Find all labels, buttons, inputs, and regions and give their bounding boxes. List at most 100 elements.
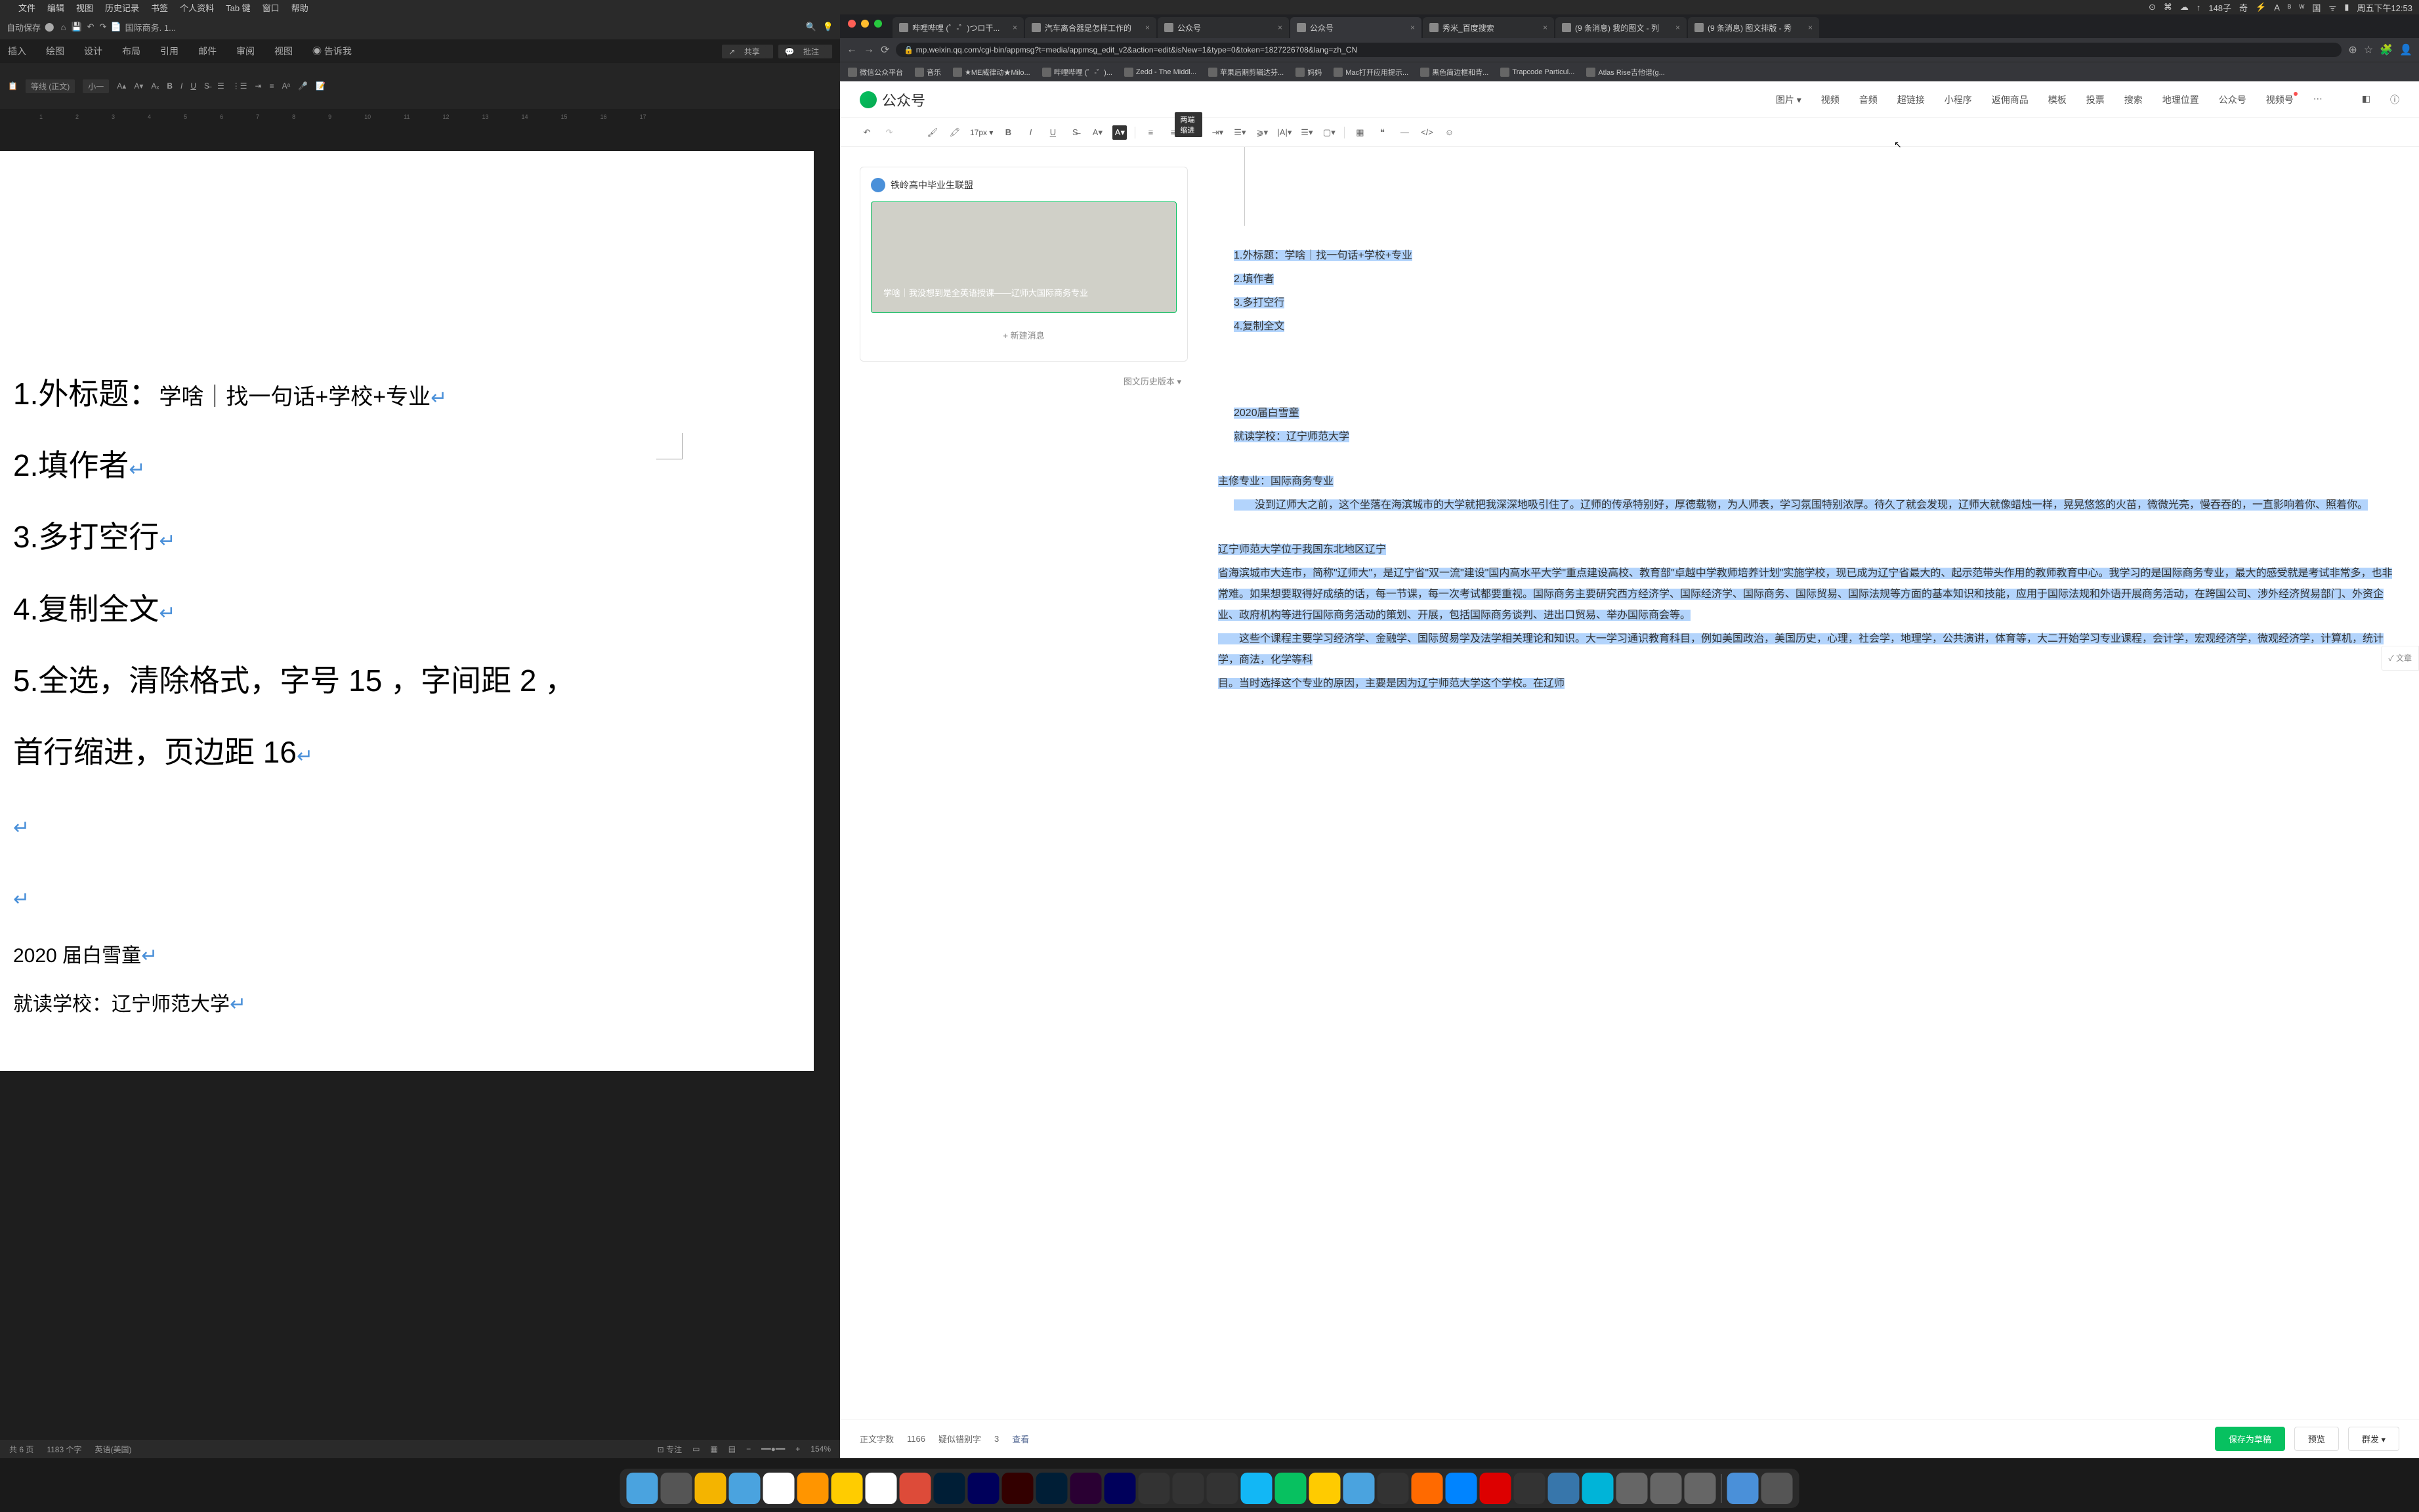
menu-link[interactable]: 超链接 [1897,93,1925,106]
menu-view[interactable]: 视图 [76,1,93,14]
dock-app-motion[interactable] [1173,1473,1204,1504]
dock-app-chrome[interactable] [695,1473,726,1504]
status-icon[interactable]: ⌘ [2164,2,2172,12]
browser-tab[interactable]: 哔哩哔哩 (゜-゜)つロ干...× [893,17,1024,38]
float-tag[interactable]: ✓ 文章 [2381,646,2419,671]
menu-search[interactable]: 搜索 [2124,93,2143,106]
zoom-out[interactable]: − [746,1444,751,1454]
check-link[interactable]: 查看 [1012,1433,1029,1445]
send-button[interactable]: 群发 ▾ [2348,1427,2399,1451]
menu-template[interactable]: 模板 [2048,93,2067,106]
cover-image[interactable]: 学啥｜我没想到是全英语授课——辽师大国际商务专业 [871,201,1177,313]
menu-channel[interactable]: 视频号 [2266,93,2294,106]
close-tab-icon[interactable]: × [1013,23,1017,32]
italic-icon[interactable]: I [180,81,182,91]
browser-tab[interactable]: 秀米_百度搜索× [1423,17,1554,38]
home-icon[interactable]: ⌂ [61,22,66,32]
undo-icon[interactable]: ↶ [860,125,874,140]
bg-color-icon[interactable]: ▢▾ [1322,125,1336,140]
menu-account[interactable]: 公众号 [2219,93,2246,106]
browser-tab[interactable]: 公众号× [1290,17,1421,38]
dock-app-yy[interactable] [1446,1473,1477,1504]
menu-commission[interactable]: 返佣商品 [1992,93,2029,106]
maximize-icon[interactable] [874,20,882,28]
status-icon[interactable]: ᴮ [2288,3,2291,12]
status-icon[interactable]: ↑ [2197,3,2201,12]
bookmark-item[interactable]: ★ME威律动★Milo... [953,67,1030,77]
zoom-in[interactable]: + [795,1444,800,1454]
bookmark-item[interactable]: 苹果后期剪辑达芬... [1208,67,1284,77]
dock-app-fcp[interactable] [1139,1473,1170,1504]
dock-app-u2[interactable] [1651,1473,1682,1504]
paste-icon[interactable]: 📋 [8,81,18,91]
menu-miniprogram[interactable]: 小程序 [1945,93,1972,106]
dock-app-ai[interactable] [1002,1473,1034,1504]
mac-dock[interactable] [620,1469,1799,1508]
word-count[interactable]: 1183 个字 [47,1444,81,1455]
indent-icon[interactable]: ⇥▾ [1210,125,1225,140]
battery-icon[interactable]: ▮ [2344,2,2349,12]
dock-app-todo[interactable] [900,1473,931,1504]
dock-app-u1[interactable] [1616,1473,1648,1504]
wx-editor-area[interactable]: 1.外标题：学啥｜找一句话+学校+专业 2.填作者 3.多打空行 4.复制全文 … [1208,147,2419,1419]
font-size-select[interactable]: 17px ▾ [970,128,993,137]
menu-profile[interactable]: 个人资料 [180,1,214,14]
highlight-icon[interactable]: A▾ [1112,125,1127,140]
help-icon[interactable]: ⓘ [2390,93,2399,106]
tab-insert[interactable]: 插入 [8,45,26,58]
status-icon[interactable]: ☁ [2180,2,2189,12]
browser-tab[interactable]: (9 条消息) 我的图文 - 列× [1555,17,1687,38]
menu-vote[interactable]: 投票 [2086,93,2105,106]
dock-app-ae[interactable] [1104,1473,1136,1504]
tab-mail[interactable]: 邮件 [198,45,217,58]
dock-app-notes[interactable] [831,1473,863,1504]
wifi-icon[interactable]: ᯤ [2328,1,2336,13]
zoom-level[interactable]: 154% [810,1444,831,1454]
page-count[interactable]: 共 6 页 [9,1444,33,1455]
dock-app-arc[interactable] [1412,1473,1443,1504]
input-method[interactable]: 国 [2312,1,2321,14]
share-button[interactable]: ↗ 共享 [722,45,772,58]
strike-icon[interactable]: S̶ [204,81,209,91]
close-tab-icon[interactable]: × [1808,23,1813,32]
menu-history[interactable]: 历史记录 [105,1,139,14]
dock-app-wa[interactable] [1582,1473,1614,1504]
zoom-slider[interactable]: ━━●━━ [761,1444,785,1454]
bold-icon[interactable]: B [167,81,173,91]
dock-app-ne[interactable] [1480,1473,1511,1504]
dock-app-au[interactable] [968,1473,999,1504]
tab-view[interactable]: 视图 [274,45,293,58]
autosave-toggle[interactable]: 自动保存 [7,21,41,33]
bookmark-item[interactable]: Atlas Rise吉他谱(g... [1586,67,1664,77]
spacing-icon[interactable]: ⫺▾ [1255,125,1269,140]
letter-spacing-icon[interactable]: |A|▾ [1277,125,1292,140]
code-icon[interactable]: </> [1420,125,1434,140]
underline-icon[interactable]: U [190,81,196,91]
close-icon[interactable] [848,20,856,28]
menu-edit[interactable]: 编辑 [47,1,64,14]
dock-app-folder[interactable] [1727,1473,1759,1504]
editor-icon[interactable]: 📝 [316,81,326,91]
align-icon[interactable]: ≡ [270,81,274,91]
table-icon[interactable]: ▦ [1353,125,1367,140]
format-brush-icon[interactable]: 🖍 [948,125,962,140]
panel-toggle-icon[interactable]: ◧ [2362,93,2370,106]
menu-bookmarks[interactable]: 书签 [151,1,168,14]
status-icon[interactable]: ⊙ [2149,2,2156,12]
window-controls[interactable] [840,14,890,33]
toggle-icon[interactable]: ⬤ [45,22,54,32]
align-justify-icon[interactable]: ≡▾ 两端缩进 [1188,125,1202,140]
minimize-icon[interactable] [861,20,869,28]
wx-logo[interactable]: 公众号 [860,89,925,110]
menu-window[interactable]: 窗口 [263,1,280,14]
view-icon[interactable]: ▭ [692,1444,700,1454]
dock-app-safari[interactable] [661,1473,692,1504]
menu-help[interactable]: 帮助 [291,1,308,14]
font-size-select[interactable]: 小一 [83,79,109,93]
status-icon[interactable]: ᵂ [2299,3,2304,12]
bookmark-item[interactable]: 哔哩哔哩 (゜-゜)... [1042,67,1112,77]
style-icon[interactable]: Aᵃ [282,81,290,91]
status-icon[interactable]: ⚡ [2256,2,2266,12]
back-icon[interactable]: ← [847,44,857,56]
dock-app-wechat[interactable] [1275,1473,1307,1504]
